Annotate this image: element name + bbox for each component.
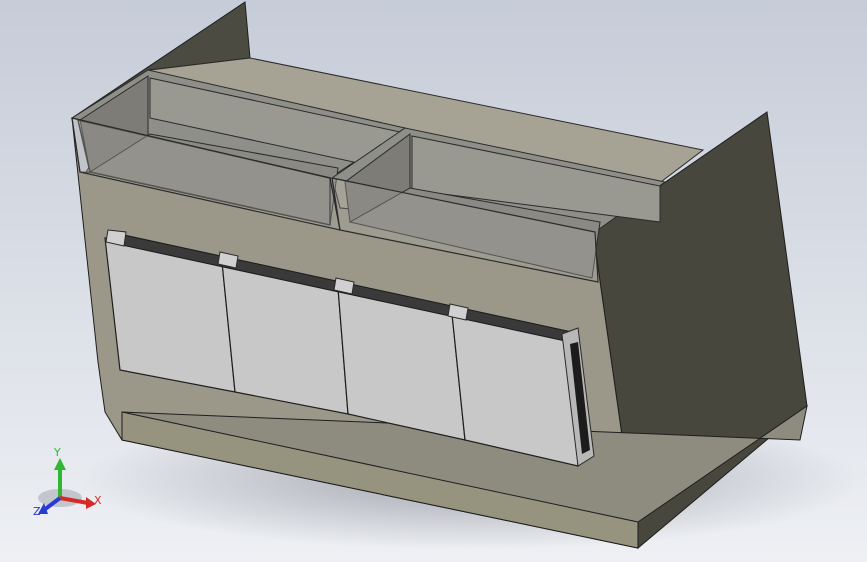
triad-x-label: X — [94, 494, 102, 507]
triad-z-label: Z — [33, 505, 41, 518]
triad-y-label: Y — [53, 446, 61, 459]
model-view[interactable]: Y X Z — [0, 0, 867, 562]
cad-viewport[interactable]: Y X Z — [0, 0, 867, 562]
